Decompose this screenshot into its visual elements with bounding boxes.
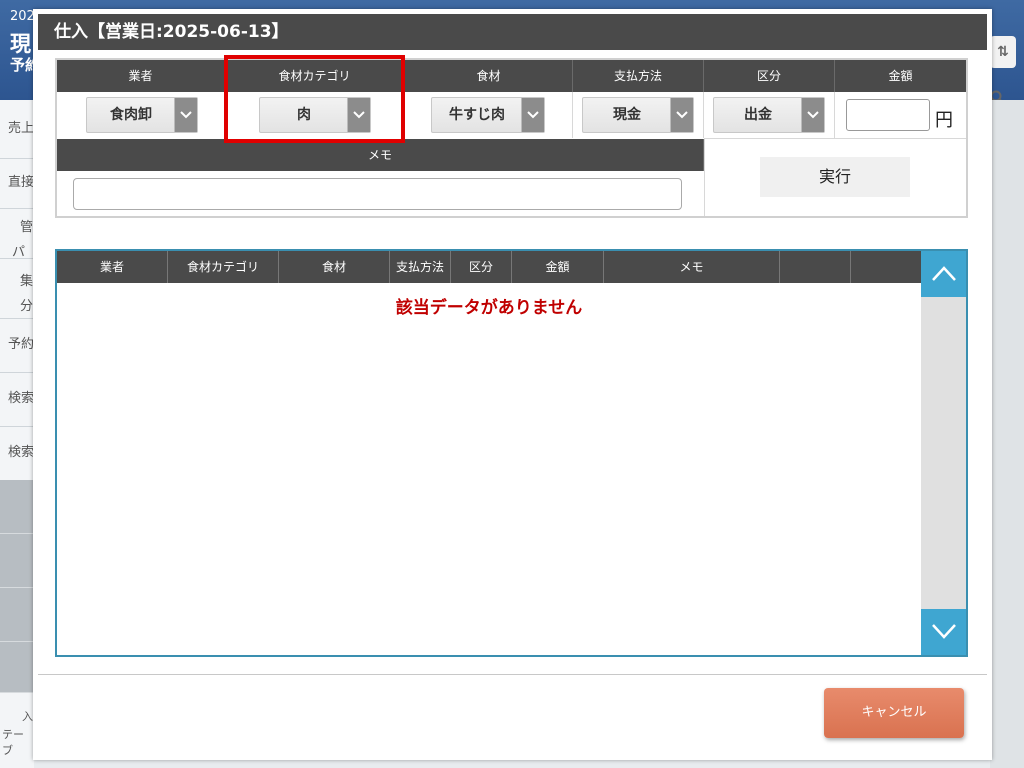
type-cell: 出金 <box>704 92 835 138</box>
table-header: 業者 食材カテゴリ 食材 支払方法 区分 金額 メモ <box>57 251 921 283</box>
ingredient-header: 食材 <box>405 60 573 92</box>
chevron-down-icon <box>932 624 956 639</box>
column-header: 食材カテゴリ <box>168 251 279 283</box>
column-header: 食材 <box>279 251 390 283</box>
background-sidebar: 売上 直接 管 パ 集 分 予約 検索 検索 入 テーブ <box>0 100 54 768</box>
row-divider <box>704 138 966 139</box>
background-right-panel <box>990 100 1024 768</box>
column-header: 金額 <box>512 251 604 283</box>
memo-header: メモ <box>57 139 704 171</box>
purchase-form: 業者 食材カテゴリ 食材 支払方法 区分 金額 食肉卸 肉 牛すじ肉 現金 出金… <box>55 58 968 218</box>
purchase-table: 業者 食材カテゴリ 食材 支払方法 区分 金額 メモ 該当データがありません <box>55 249 968 657</box>
sidebar-block[interactable] <box>0 534 34 588</box>
column-header: 支払方法 <box>390 251 451 283</box>
chevron-up-icon <box>932 266 956 281</box>
vendor-cell: 食肉卸 <box>57 92 225 138</box>
type-header: 区分 <box>704 60 835 92</box>
payment-header: 支払方法 <box>573 60 704 92</box>
chevron-down-icon <box>801 98 824 132</box>
scroll-down-button[interactable] <box>921 609 966 655</box>
amount-cell: 円 <box>835 92 966 138</box>
memo-input[interactable] <box>73 178 682 210</box>
column-header: 業者 <box>57 251 168 283</box>
chevron-down-icon <box>670 98 693 132</box>
sidebar-block[interactable] <box>0 642 34 693</box>
empty-message: 該当データがありません <box>395 298 583 318</box>
ingredient-select[interactable]: 牛すじ肉 <box>431 97 545 133</box>
column-header: メモ <box>604 251 780 283</box>
column-divider <box>704 139 705 216</box>
column-header: 区分 <box>451 251 512 283</box>
payment-cell: 現金 <box>573 92 704 138</box>
purchase-modal: 仕入【営業日:2025-06-13】 業者 食材カテゴリ 食材 支払方法 区分 … <box>33 9 992 760</box>
type-select[interactable]: 出金 <box>713 97 825 133</box>
header-date: 202 <box>10 9 35 24</box>
footer-divider <box>38 674 987 675</box>
sidebar-block[interactable] <box>0 480 34 534</box>
cancel-button[interactable]: キャンセル <box>824 688 964 738</box>
scroll-up-button[interactable] <box>921 251 966 297</box>
chevron-down-icon <box>174 98 197 132</box>
amount-input[interactable] <box>846 99 930 131</box>
payment-select[interactable]: 現金 <box>582 97 694 133</box>
execute-button[interactable]: 実行 <box>760 157 910 197</box>
category-highlight <box>224 55 405 143</box>
sort-icon[interactable]: ⇅ <box>990 36 1016 68</box>
modal-title: 仕入【営業日:2025-06-13】 <box>38 14 987 50</box>
column-header <box>780 251 851 283</box>
vendor-select[interactable]: 食肉卸 <box>86 97 198 133</box>
sidebar-bottom-label: 入 <box>22 710 33 723</box>
yen-unit: 円 <box>935 110 953 131</box>
vendor-header: 業者 <box>57 60 225 92</box>
sidebar-bottom-label: テーブ <box>2 728 24 757</box>
column-header <box>851 251 921 283</box>
amount-header: 金額 <box>835 60 966 92</box>
ingredient-cell: 牛すじ肉 <box>405 92 573 138</box>
scrollbar-track[interactable] <box>921 251 966 655</box>
sidebar-block[interactable] <box>0 588 34 642</box>
chevron-down-icon <box>521 98 544 132</box>
